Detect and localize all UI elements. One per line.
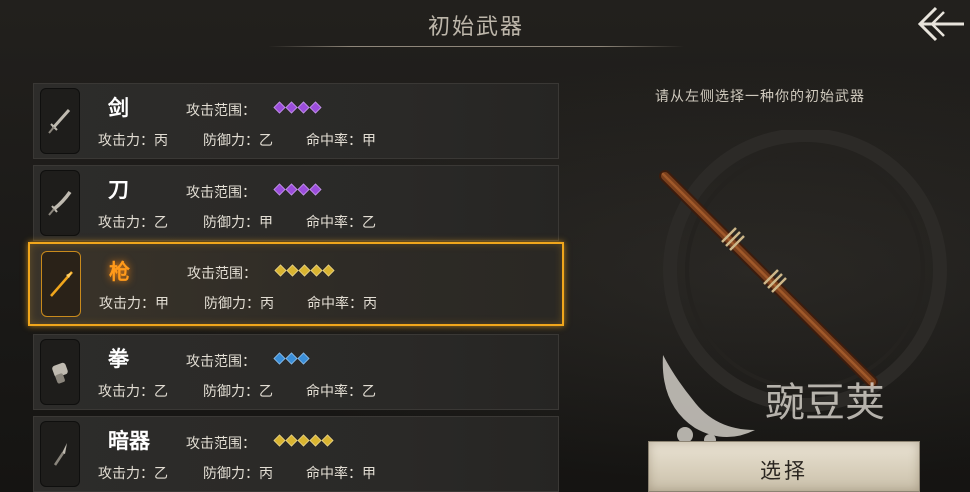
- weapon-stats: 攻击力：乙 防御力：甲 命中率：乙: [98, 212, 376, 232]
- attack-stat: 攻击力：乙: [98, 384, 168, 400]
- saber-icon: [48, 190, 72, 216]
- attack-stat: 攻击力：甲: [99, 296, 169, 312]
- attack-stat: 攻击力：乙: [98, 466, 168, 482]
- defense-stat: 防御力：乙: [203, 133, 273, 149]
- range-gem-icon: [285, 434, 298, 447]
- range-gem-icon: [321, 434, 334, 447]
- weapon-name: 枪: [109, 260, 130, 284]
- range-label: 攻击范围：: [186, 436, 256, 452]
- range-gem-icon: [285, 183, 298, 196]
- range-label: 攻击范围：: [186, 354, 256, 370]
- weapon-name: 拳: [108, 347, 129, 371]
- select-button[interactable]: 选择: [648, 441, 920, 492]
- range-gem-icon: [274, 264, 287, 277]
- range-label: 攻击范围：: [187, 266, 257, 282]
- weapon-card-dart[interactable]: 暗器 攻击范围： 攻击力：乙 防御力：丙 命中率：甲: [33, 416, 559, 492]
- weapon-icon-frame: [40, 339, 80, 405]
- range-gem-icon: [273, 183, 286, 196]
- range-label: 攻击范围：: [186, 185, 256, 201]
- defense-stat: 防御力：丙: [203, 466, 273, 482]
- weapon-icon-frame: [40, 88, 80, 154]
- range-gem-icon: [285, 101, 298, 114]
- back-button[interactable]: [914, 4, 966, 44]
- range-gem-icon: [273, 101, 286, 114]
- weapon-name: 剑: [108, 96, 129, 120]
- range-gem-icon: [309, 434, 322, 447]
- weapon-stats: 攻击力：乙 防御力：丙 命中率：甲: [98, 463, 376, 483]
- range-gem-icon: [297, 101, 310, 114]
- range-gem-icon: [285, 352, 298, 365]
- range-gems: [273, 101, 322, 114]
- weapon-stats: 攻击力：丙 防御力：乙 命中率：甲: [98, 130, 376, 150]
- sword-icon: [48, 109, 71, 134]
- range-gem-icon: [286, 264, 299, 277]
- accuracy-stat: 命中率：乙: [306, 215, 376, 231]
- accuracy-stat: 命中率：甲: [306, 133, 376, 149]
- range-gem-icon: [309, 183, 322, 196]
- accuracy-stat: 命中率：甲: [306, 466, 376, 482]
- page-title: 初始武器: [427, 15, 524, 40]
- range-gem-icon: [298, 264, 311, 277]
- weapon-stats: 攻击力：乙 防御力：乙 命中率：乙: [98, 381, 376, 401]
- attack-stat: 攻击力：丙: [98, 133, 168, 149]
- range-gem-icon: [297, 352, 310, 365]
- weapon-icon-frame: [40, 421, 80, 487]
- defense-stat: 防御力：甲: [203, 215, 273, 231]
- title-divider: [268, 46, 684, 47]
- defense-stat: 防御力：丙: [204, 296, 274, 312]
- accuracy-stat: 命中率：乙: [306, 384, 376, 400]
- weapon-card-sword[interactable]: 剑 攻击范围： 攻击力：丙 防御力：乙 命中率：甲: [33, 83, 559, 159]
- range-gem-icon: [273, 434, 286, 447]
- weapon-name: 暗器: [108, 429, 150, 453]
- selection-hint: 请从左侧选择一种你的初始武器: [655, 89, 865, 105]
- dart-icon: [53, 443, 67, 466]
- weapon-stats: 攻击力：甲 防御力：丙 命中率：丙: [99, 293, 377, 313]
- weapon-icon-frame: [41, 251, 81, 317]
- range-gem-icon: [310, 264, 323, 277]
- back-arrow-icon: [917, 6, 964, 42]
- range-gem-icon: [297, 434, 310, 447]
- weapon-icon-frame: [40, 170, 80, 236]
- select-button-label: 选择: [760, 459, 808, 483]
- range-label: 攻击范围：: [186, 103, 256, 119]
- range-gem-icon: [322, 264, 335, 277]
- range-gem-icon: [297, 183, 310, 196]
- watermark-text: 豌豆荚: [765, 380, 885, 426]
- defense-stat: 防御力：乙: [203, 384, 273, 400]
- range-gems: [274, 264, 335, 277]
- range-gems: [273, 434, 334, 447]
- spear-icon: [50, 271, 73, 297]
- accuracy-stat: 命中率：丙: [307, 296, 377, 312]
- range-gem-icon: [309, 101, 322, 114]
- weapon-card-fist[interactable]: 拳 攻击范围： 攻击力：乙 防御力：乙 命中率：乙: [33, 334, 559, 410]
- watermark-logo: 豌豆荚: [662, 355, 885, 446]
- weapon-card-spear[interactable]: 枪 攻击范围： 攻击力：甲 防御力：丙 命中率：丙: [28, 242, 564, 326]
- range-gems: [273, 183, 322, 196]
- range-gem-icon: [273, 352, 286, 365]
- attack-stat: 攻击力：乙: [98, 215, 168, 231]
- weapon-name: 刀: [108, 178, 129, 202]
- weapon-card-saber[interactable]: 刀 攻击范围： 攻击力：乙 防御力：甲 命中率：乙: [33, 165, 559, 241]
- fist-icon: [52, 362, 68, 384]
- range-gems: [273, 352, 310, 365]
